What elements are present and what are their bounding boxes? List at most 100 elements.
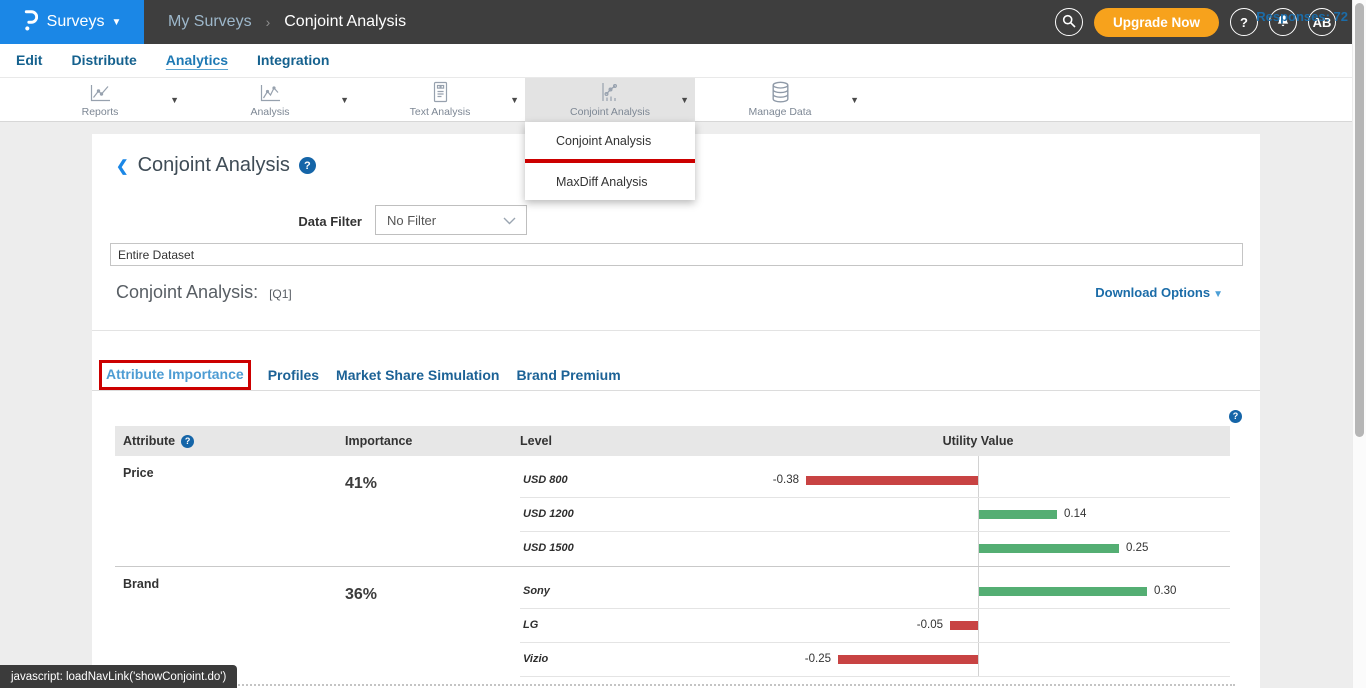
responses-count: Responses: 72 — [1256, 9, 1348, 24]
status-bar: javascript: loadNavLink('showConjoint.do… — [0, 665, 237, 688]
analysis-chart-icon — [259, 82, 282, 104]
survey-nav: Edit Distribute Analytics Integration — [0, 44, 1352, 78]
section-heading: Conjoint Analysis: — [116, 282, 258, 303]
column-importance: Importance — [345, 434, 520, 448]
tab-profiles[interactable]: Profiles — [268, 367, 319, 383]
utility-bar — [979, 544, 1119, 553]
back-chevron-icon[interactable]: ❮ — [116, 157, 129, 175]
help-button[interactable]: ? — [1230, 8, 1258, 36]
nav-item-analytics[interactable]: Analytics — [166, 52, 228, 70]
toolbar-caret-icon[interactable]: ▼ — [170, 95, 179, 105]
data-filter-select[interactable]: No Filter — [375, 205, 527, 235]
column-utility-value: Utility Value — [873, 434, 1083, 448]
page-title-row: ❮ Conjoint Analysis ? — [116, 154, 316, 177]
tab-brand-premium[interactable]: Brand Premium — [516, 367, 620, 383]
utility-bar — [979, 510, 1057, 519]
utility-bar — [979, 587, 1147, 596]
toolbar-caret-icon[interactable]: ▼ — [510, 95, 519, 105]
attribute-name: Brand — [115, 567, 345, 677]
product-caret-icon: ▼ — [111, 17, 121, 28]
tab-market-share-simulation[interactable]: Market Share Simulation — [336, 367, 499, 383]
level-label: USD 1200 — [523, 508, 574, 520]
toolbar-item-manage-data[interactable]: Manage Data ▼ — [695, 78, 865, 122]
level-label: LG — [523, 619, 538, 631]
database-icon — [770, 82, 791, 104]
toolbar-item-label: Conjoint Analysis — [570, 106, 650, 118]
breadcrumb-current: Conjoint Analysis — [284, 13, 406, 31]
top-bar: Surveys ▼ My Surveys › Conjoint Analysis… — [0, 0, 1352, 44]
divider — [92, 390, 1260, 391]
toolbar-item-analysis[interactable]: Analysis▼ — [185, 78, 355, 122]
chevron-down-icon — [503, 213, 516, 228]
levels-chart: USD 800-0.38USD 12000.14USD 15000.25 — [520, 456, 1230, 566]
level-label: USD 1500 — [523, 542, 574, 554]
toolbar-item-label: Reports — [82, 106, 119, 118]
level-row: Vizio -0.25 — [520, 643, 1230, 677]
level-row: USD 15000.25 — [520, 532, 1230, 566]
page-help-icon[interactable]: ? — [299, 157, 316, 174]
upgrade-now-button[interactable]: Upgrade Now — [1094, 8, 1219, 37]
section-heading-row: Conjoint Analysis: [Q1] — [116, 282, 292, 303]
data-filter-label: Data Filter — [262, 214, 362, 229]
toolbar-item-label: Text Analysis — [410, 106, 471, 118]
menu-item-maxdiff-analysis[interactable]: MaxDiff Analysis — [525, 163, 695, 200]
content-card: ❮ Conjoint Analysis ? Data Filter No Fil… — [92, 134, 1260, 688]
level-row: LG -0.05 — [520, 609, 1230, 643]
download-options-button[interactable]: Download Options▼ — [1095, 285, 1223, 300]
utility-value-label: -0.05 — [917, 619, 943, 631]
menu-item-conjoint-analysis[interactable]: Conjoint Analysis — [525, 122, 695, 159]
attribute-help-icon[interactable]: ? — [181, 435, 194, 448]
toolbar-item-conjoint-analysis[interactable]: Conjoint Analysis ▼ — [525, 78, 695, 122]
toolbar-item-text-analysis[interactable]: Text Analysis ▼ — [355, 78, 525, 122]
line-chart-icon — [89, 82, 112, 104]
search-button[interactable] — [1055, 8, 1083, 36]
download-caret-icon: ▼ — [1213, 289, 1223, 300]
utility-value-label: -0.25 — [805, 653, 831, 665]
toolbar-item-label: Manage Data — [748, 106, 811, 118]
table-help-icon[interactable]: ? — [1229, 410, 1242, 423]
vertical-scrollbar[interactable] — [1352, 0, 1366, 688]
search-icon — [1062, 14, 1076, 31]
tab-attribute-importance[interactable]: Attribute Importance — [106, 366, 244, 382]
attribute-group-price: Price41%USD 800-0.38USD 12000.14USD 1500… — [115, 456, 1230, 566]
level-label: Sony — [523, 585, 550, 597]
nav-item-edit[interactable]: Edit — [16, 52, 42, 70]
column-attribute: Attribute — [123, 434, 175, 448]
level-row: Sony 0.30 — [520, 575, 1230, 609]
attribute-name: Price — [115, 456, 345, 566]
breadcrumb-my-surveys[interactable]: My Surveys — [168, 13, 252, 31]
attribute-table-body: Price41%USD 800-0.38USD 12000.14USD 1500… — [115, 456, 1230, 677]
divider — [92, 330, 1260, 331]
level-label: USD 800 — [523, 474, 568, 486]
scrollbar-thumb[interactable] — [1355, 3, 1364, 437]
importance-value: 41% — [345, 456, 520, 566]
utility-value-label: 0.30 — [1154, 585, 1176, 597]
data-filter-value: No Filter — [387, 213, 436, 228]
level-row: USD 12000.14 — [520, 498, 1230, 532]
surveys-product-menu[interactable]: Surveys ▼ — [0, 0, 144, 44]
report-tabs: Attribute Importance Profiles Market Share… — [99, 360, 621, 390]
level-label: Vizio — [523, 653, 548, 665]
utility-bar — [950, 621, 978, 630]
page-title: Conjoint Analysis — [138, 154, 290, 177]
levels-chart: Sony 0.30 LG -0.05 Vizio -0.25 — [520, 567, 1230, 677]
section-question-code: [Q1] — [269, 287, 292, 301]
dataset-input[interactable] — [110, 243, 1243, 266]
download-options-label: Download Options — [1095, 285, 1210, 300]
attribute-group-brand: Brand36%Sony0.30LG-0.05Vizio-0.25 — [115, 566, 1230, 677]
toolbar-item-reports[interactable]: Reports ▼ — [15, 78, 185, 122]
table-bottom-dashed-divider — [115, 684, 1235, 686]
questionpro-logo-icon — [23, 8, 38, 37]
nav-item-distribute[interactable]: Distribute — [71, 52, 136, 70]
main-area: ❮ Conjoint Analysis ? Data Filter No Fil… — [0, 122, 1352, 688]
breadcrumb: My Surveys › Conjoint Analysis — [168, 13, 406, 31]
nav-item-integration[interactable]: Integration — [257, 52, 329, 70]
level-row: USD 800-0.38 — [520, 464, 1230, 498]
toolbar-caret-icon[interactable]: ▼ — [340, 95, 349, 105]
breadcrumb-separator-icon: › — [266, 14, 271, 30]
conjoint-chart-icon — [599, 82, 622, 104]
toolbar-caret-icon[interactable]: ▼ — [850, 95, 859, 105]
product-name: Surveys — [47, 13, 105, 31]
toolbar-caret-icon[interactable]: ▼ — [680, 95, 689, 105]
text-analysis-icon — [431, 82, 450, 104]
